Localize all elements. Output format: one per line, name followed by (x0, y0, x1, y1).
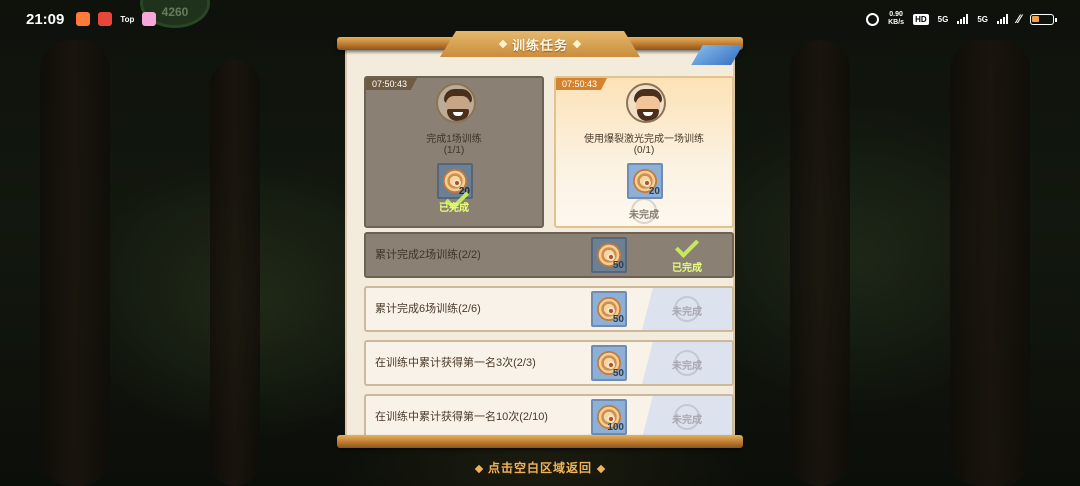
network-speed: 0.90 KB/s (888, 11, 905, 26)
chat-notification-icon (142, 12, 157, 26)
signal-icon-2 (996, 14, 1008, 24)
reward-qty: 50 (612, 260, 624, 271)
reward-qty: 50 (612, 314, 624, 325)
reward-qty: 100 (607, 422, 624, 433)
status-bar: 21:09 Top 0.90 KB/s HD 5G 5G ⁄⁄ (0, 0, 1080, 38)
task-label: 在训练中累计获得第一名10次(2/10) (375, 411, 548, 423)
reward-item[interactable]: 50 (591, 345, 627, 381)
reward-qty: 20 (648, 186, 660, 197)
signal-icon (957, 14, 969, 24)
check-icon (674, 234, 700, 259)
wifi-off-icon: ⁄⁄ (1016, 12, 1021, 26)
reward-item[interactable]: 50 (591, 291, 627, 327)
task-row-2[interactable]: 累计完成6场训练(2/6) 50 未完成 (364, 286, 734, 332)
task-label: 累计完成6场训练(2/6) (375, 303, 481, 315)
diamond-icon (474, 464, 484, 474)
hd-icon: HD (913, 13, 929, 25)
row-status: 未完成 (642, 396, 732, 438)
status-label: 未完成 (629, 210, 659, 221)
scroll-rod-bottom (337, 435, 743, 448)
top-app-label: Top (120, 14, 135, 24)
app-notification-icon (76, 12, 91, 26)
card-timer: 07:50:43 (366, 78, 418, 90)
card-timer: 07:50:43 (556, 78, 608, 90)
card-title: 使用爆裂激光完成一场训练 (0/1) (584, 134, 704, 156)
task-card-1[interactable]: 07:50:43 完成1场训练 (1/1) 20 已完成 (364, 76, 544, 228)
status-label: 未完成 (672, 361, 702, 372)
sim1-label: 5G (937, 14, 949, 24)
task-label: 在训练中累计获得第一名3次(2/3) (375, 357, 536, 369)
tap-to-close-hint[interactable]: 点击空白区域返回 (0, 459, 1080, 476)
diamond-icon (596, 464, 606, 474)
card-title: 完成1场训练 (1/1) (426, 134, 482, 156)
task-card-2[interactable]: 07:50:43 使用爆裂激光完成一场训练 (0/1) 20 未完成 (554, 76, 734, 228)
battery-icon (1030, 13, 1057, 25)
diamond-icon (498, 39, 508, 49)
status-label: 未完成 (672, 307, 702, 318)
alarm-icon (866, 12, 880, 26)
row-status: 未完成 (642, 288, 732, 330)
reward-qty: 50 (612, 368, 624, 379)
diamond-icon (572, 39, 582, 49)
bearded-trainer-avatar-icon (626, 83, 666, 123)
status-label: 未完成 (672, 415, 702, 426)
bearded-trainer-avatar-icon (436, 83, 476, 123)
status-label: 已完成 (439, 203, 469, 214)
task-row-4[interactable]: 在训练中累计获得第一名10次(2/10) 100 未完成 (364, 394, 734, 440)
scroll-body: 07:50:43 完成1场训练 (1/1) 20 已完成 07:50:43 使用… (345, 45, 743, 440)
status-label: 已完成 (672, 263, 702, 274)
task-label: 累计完成2场训练(2/2) (375, 249, 481, 261)
training-tasks-panel: 07:50:43 完成1场训练 (1/1) 20 已完成 07:50:43 使用… (337, 31, 743, 449)
reward-item[interactable]: 100 (591, 399, 627, 435)
reward-item[interactable]: 50 (591, 237, 627, 273)
reward-item[interactable]: 20 (627, 163, 663, 199)
sim2-label: 5G (977, 14, 988, 24)
row-status: 未完成 (642, 342, 732, 384)
row-status: 已完成 (642, 234, 732, 276)
game-notification-icon (98, 12, 113, 26)
clock: 21:09 (26, 10, 65, 28)
task-row-3[interactable]: 在训练中累计获得第一名3次(2/3) 50 未完成 (364, 340, 734, 386)
task-row-1[interactable]: 累计完成2场训练(2/2) 50 已完成 (364, 232, 734, 278)
